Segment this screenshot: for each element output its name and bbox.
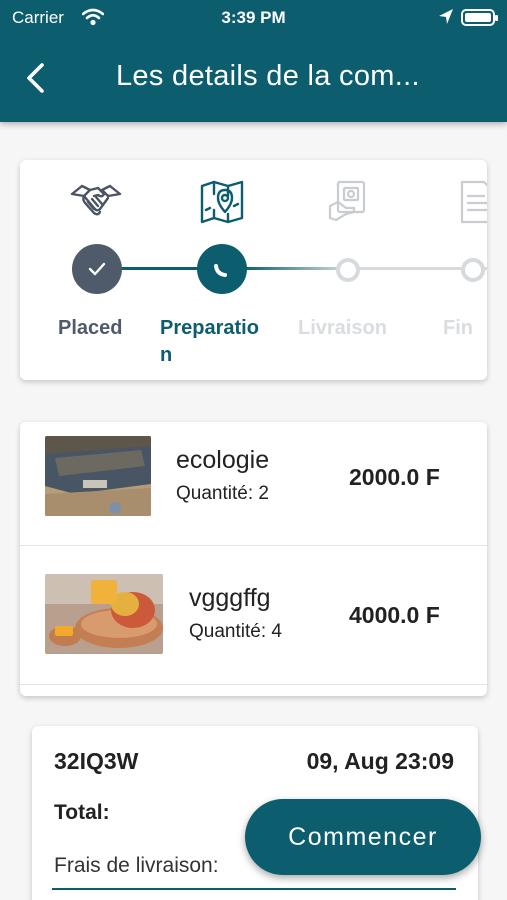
divider [20,684,487,685]
step-pending-node [461,258,485,282]
item-price: 2000.0 F [349,464,440,490]
active-indicator-icon [214,264,227,277]
item-name: vgggffg [189,584,271,612]
progress-line-active [242,267,348,270]
back-button[interactable] [22,60,52,96]
order-code: 32IQ3W [54,748,139,774]
check-icon [88,262,106,276]
location-arrow-icon [438,8,454,31]
map-icon [196,176,248,228]
list-item[interactable]: ecologie Quantité: 2 2000.0 F [20,422,487,560]
item-name: ecologie [176,446,270,474]
delivery-fees-label: Frais de livraison: [54,854,219,877]
product-image [45,574,163,654]
order-date: 09, Aug 23:09 [306,748,454,774]
input-underline [52,888,456,890]
divider [20,545,487,546]
handshake-icon [70,176,122,228]
page-title: Les details de la com... [116,60,420,92]
total-label: Total: [54,801,110,824]
step-done-node [72,244,122,294]
step-label-placed: Placed [58,317,123,339]
document-icon [454,176,487,228]
step-label-fin: Fin [443,317,473,339]
list-item[interactable]: vgggffg Quantité: 4 4000.0 F [20,560,487,696]
product-image [45,436,151,516]
item-price: 4000.0 F [349,602,440,628]
step-label-livraison: Livraison [298,317,387,339]
start-button[interactable]: Commencer [245,799,481,875]
step-active-node [197,244,247,294]
app-bar: Carrier 3:39 PM Les details de la com... [0,0,507,122]
order-items-list: ecologie Quantité: 2 2000.0 F vgggffg Qu… [20,422,487,696]
item-quantity: Quantité: 2 [176,483,269,504]
battery-icon [461,9,498,26]
clock: 3:39 PM [221,8,286,27]
item-quantity: Quantité: 4 [189,621,282,642]
step-pending-node [336,258,360,282]
status-bar: Carrier 3:39 PM [0,0,507,36]
delivery-icon [324,176,376,228]
order-progress-stepper: Placed Preparatio n Livraison Fin [20,160,487,380]
step-label-preparation: Preparatio n [160,317,259,366]
